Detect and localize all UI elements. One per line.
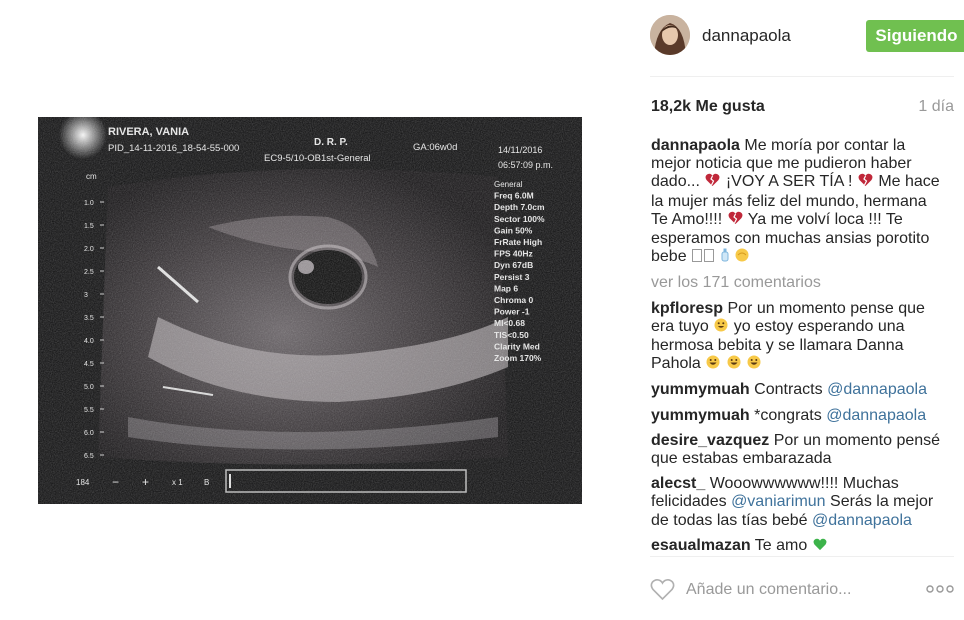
comment: alecst_ Wooowwwwww!!!! Muchas felicidade… [651,475,941,530]
likes-count[interactable]: 18,2k Me gusta [651,98,765,116]
avatar[interactable] [650,15,690,55]
patient-id: PID_14-11-2016_18-54-55-000 [108,143,239,154]
scan-parameter: MI<0.68 [494,318,525,328]
comment: yummymuah *congrats @dannapaola [651,407,941,425]
depth-unit: cm [86,172,97,181]
caption-text-2: ¡VOY A SER TÍA ! [725,173,853,191]
scan-time: 06:57:09 p.m. [498,160,553,170]
scan-parameter: Zoom 170% [494,353,542,363]
caption: dannapaola Me moría por contar la mejor … [651,137,941,267]
scan-parameter: FrRate High [494,237,542,247]
comment-bar [650,576,954,606]
post-image[interactable]: RIVERA, VANIA PID_14-11-2016_18-54-55-00… [38,117,582,504]
comment-username[interactable]: kpfloresp [651,300,723,317]
depth-tick-label: 4.5 [84,361,94,368]
ultrasound-scan-image: RIVERA, VANIA PID_14-11-2016_18-54-55-00… [38,117,582,504]
scan-parameter: Depth 7.0cm [494,202,545,212]
gestational-age: GA:06w0d [413,142,457,153]
scan-parameter: General [494,180,523,189]
patient-name: RIVERA, VANIA [108,126,189,138]
comment-mention[interactable]: @dannapaola [826,407,926,424]
scan-parameter: Gain 50% [494,225,533,235]
depth-tick-label: 3.5 [84,315,94,322]
comment-username[interactable]: desire_vazquez [651,432,769,449]
depth-tick-label: 3 [84,292,88,299]
header-username[interactable]: dannapaola [702,26,791,46]
broken-heart-icon [858,173,873,192]
post-header: dannapaola Siguiendo [650,12,964,58]
header-divider [650,76,954,77]
scan-parameter: Power -1 [494,307,530,317]
comment: esaualmazan Te amo [651,537,941,556]
heart-icon[interactable] [650,578,675,606]
green-heart-icon [813,538,827,556]
baby-bottle-icon [721,248,729,267]
comment-text: *congrats [754,406,822,424]
grinning-face-icon [714,318,728,337]
grinning-face-icon [706,355,720,374]
post-sidebar: dannapaola Siguiendo 18,2k Me gusta 1 dí… [636,0,964,620]
depth-tick-label: 2.5 [84,269,94,276]
add-comment-input[interactable] [686,581,886,599]
scan-parameter: Dyn 67dB [494,260,533,270]
depth-tick-label: 5.0 [84,384,94,391]
probe-label: EC9-5/10-OB1st-General [264,153,371,164]
likes-label: 18,2k Me gusta [651,98,765,115]
broken-heart-icon [705,173,720,192]
b-mode-label: B [204,478,209,487]
scan-parameter: Sector 100% [494,214,545,224]
hand-icon [735,248,749,267]
comment: kpfloresp Por un momento pense que era t… [651,300,941,375]
depth-tick-label: 5.5 [84,407,94,414]
comments-list: dannapaola Me moría por contar la mejor … [651,137,941,563]
broken-heart-icon [728,211,743,230]
comment-username[interactable]: esaualmazan [651,537,751,554]
following-button[interactable]: Siguiendo [866,20,964,52]
scan-parameter: Clarity Med [494,341,540,351]
scan-parameter: Freq 6.0M [494,191,534,201]
comment-username[interactable]: yummymuah [651,381,750,398]
multiplier-label: x 1 [172,478,183,487]
depth-tick-label: 4.0 [84,338,94,345]
comment-text: Te amo [754,536,808,554]
caption-username[interactable]: dannapaola [651,137,740,154]
scan-parameter: TIS<0.50 [494,330,529,340]
post-time[interactable]: 1 día [918,98,954,116]
more-options-icon[interactable] [926,582,954,596]
depth-tick-label: 6.5 [84,453,94,460]
comment-mention[interactable]: @dannapaola [827,381,927,398]
view-all-comments[interactable]: ver los 171 comentarios [651,274,941,292]
minus-control: − [112,475,119,489]
scan-parameter: Chroma 0 [494,295,533,305]
comment: yummymuah Contracts @dannapaola [651,381,941,399]
scan-date: 14/11/2016 [498,145,542,155]
comment-mention[interactable]: @dannapaola [812,512,912,529]
depth-tick-label: 2.0 [84,246,94,253]
depth-tick-label: 6.0 [84,430,94,437]
footer-divider [650,556,954,557]
comment-username[interactable]: yummymuah [651,407,750,424]
missing-glyph-icon [692,249,715,267]
scan-parameter: Persist 3 [494,272,530,282]
plus-control: + [142,475,149,489]
drp-label: D. R. P. [314,137,348,148]
frame-count: 184 [76,478,90,487]
depth-tick-label: 1.0 [84,200,94,207]
scan-parameter: Map 6 [494,283,518,293]
comment: desire_vazquez Por un momento pensé que … [651,432,941,468]
scan-parameter: FPS 40Hz [494,249,533,259]
comment-mention[interactable]: @vaniarimun [731,493,826,510]
grinning-face-icon [727,355,741,374]
comment-username[interactable]: alecst_ [651,475,705,492]
depth-tick-label: 1.5 [84,223,94,230]
grinning-face-icon [747,355,761,374]
comment-text: Contracts [754,381,823,399]
